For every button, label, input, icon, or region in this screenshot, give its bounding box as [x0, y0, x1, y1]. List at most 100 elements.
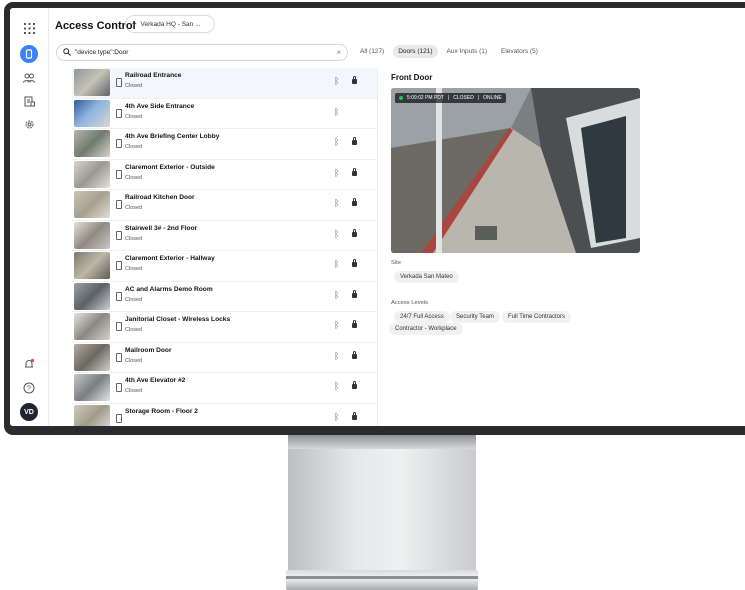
site-label: Site	[391, 260, 401, 266]
users-icon[interactable]	[21, 70, 37, 86]
door-thumbnail	[74, 69, 110, 96]
camera-time: 5:09:02 PM PDT	[407, 95, 444, 101]
bluetooth-icon: ᛒ	[334, 320, 340, 330]
tab-elevators[interactable]: Elevators (5)	[496, 45, 543, 58]
door-row[interactable]: AC and Alarms Demo Room Closed ᛒ	[72, 282, 377, 312]
door-thumbnail	[74, 252, 110, 279]
door-row[interactable]: Storage Room - Floor 2 ᛒ	[72, 404, 377, 426]
door-device-icon	[116, 413, 122, 423]
lock-icon	[352, 259, 357, 267]
door-status: Closed	[125, 266, 143, 272]
door-name: Claremont Exterior - Hallway	[125, 255, 215, 262]
camera-door-state: CLOSED	[453, 95, 474, 101]
lock-icon	[352, 320, 357, 328]
location-pin-icon: ⌖	[132, 19, 137, 28]
bluetooth-icon: ᛒ	[334, 289, 340, 300]
door-device-icon	[116, 383, 122, 392]
door-row[interactable]: Claremont Exterior - Outside Closed ᛒ	[72, 160, 377, 190]
door-thumbnail	[74, 160, 110, 188]
bluetooth-icon: ᛒ	[334, 167, 340, 178]
door-list: Railroad Entrance Closed ᛒ 4th Ave Side …	[72, 68, 377, 426]
tab-doors[interactable]: Doors (121)	[393, 45, 438, 58]
door-thumbnail	[74, 313, 110, 340]
bluetooth-icon: ᛒ	[334, 137, 340, 147]
door-device-icon	[116, 261, 122, 270]
door-device-icon	[116, 200, 122, 209]
camera-separator: |	[447, 95, 450, 101]
lock-icon	[352, 350, 357, 359]
search-icon	[63, 47, 71, 58]
monitor-stand-shadow	[288, 435, 476, 449]
page-title: Access Control	[55, 20, 136, 32]
door-row[interactable]: Stairwell 3# - 2nd Floor Closed ᛒ	[72, 221, 377, 251]
access-control-icon[interactable]	[20, 45, 38, 63]
door-status: Closed	[125, 113, 143, 120]
door-name: Railroad Entrance	[125, 72, 182, 79]
camera-separator: |	[477, 95, 480, 101]
svg-text:?: ?	[27, 386, 31, 393]
tab-all[interactable]: All (127)	[355, 45, 389, 58]
door-thumbnail	[74, 282, 110, 310]
door-row[interactable]: 4th Ave Side Entrance Closed ᛒ	[72, 99, 377, 129]
door-name: Railroad Kitchen Door	[125, 194, 195, 201]
door-row[interactable]: Claremont Exterior - Hallway Closed ᛒ	[72, 251, 377, 282]
camera-online-label: ONLINE	[483, 95, 502, 101]
settings-icon[interactable]	[21, 116, 37, 132]
door-status: Closed	[125, 83, 143, 89]
site-selector[interactable]: ⌖ Verkada HQ - San ...	[125, 15, 215, 33]
access-level-chip: Full Time Contractors	[502, 311, 572, 323]
door-row[interactable]: Railroad Entrance Closed ᛒ	[72, 68, 377, 99]
lock-icon	[352, 381, 357, 389]
door-status: Closed	[125, 174, 143, 181]
door-thumbnail	[74, 130, 110, 157]
bluetooth-icon: ᛒ	[334, 259, 340, 269]
door-thumbnail	[74, 99, 110, 127]
reports-icon[interactable]	[21, 93, 37, 109]
panel-divider	[377, 68, 378, 426]
access-level-chip: Contractor - Workplace	[389, 323, 463, 335]
lock-icon	[352, 411, 357, 420]
lock-icon	[352, 167, 357, 176]
door-row[interactable]: Janitorial Closet - Wireless Locks Close…	[72, 312, 377, 343]
search-bar[interactable]: "device type":Door ×	[56, 44, 348, 61]
camera-feed[interactable]: 5:09:02 PM PDT | CLOSED | ONLINE	[391, 88, 640, 253]
app-screen: ? VD Access Control ⌖ Verkada HQ - San .…	[10, 8, 745, 426]
door-device-icon	[116, 78, 122, 87]
door-row[interactable]: 4th Ave Briefing Center Lobby Closed ᛒ	[72, 129, 377, 160]
door-row[interactable]: 4th Ave Elevator #2 Closed ᛒ	[72, 373, 377, 404]
search-input[interactable]: "device type":Door	[75, 49, 128, 56]
door-name: 4th Ave Elevator #2	[125, 377, 186, 384]
tab-aux-inputs[interactable]: Aux Inputs (1)	[442, 45, 492, 58]
door-device-icon	[116, 108, 122, 118]
door-device-icon	[116, 139, 122, 148]
door-name: Claremont Exterior - Outside	[125, 163, 215, 171]
door-thumbnail	[74, 191, 110, 218]
camera-status-badge: 5:09:02 PM PDT | CLOSED | ONLINE	[395, 93, 506, 103]
alerts-icon[interactable]	[21, 356, 37, 372]
apps-grid-icon[interactable]	[21, 20, 37, 36]
door-row[interactable]: Mailroom Door Closed ᛒ	[72, 343, 377, 373]
door-device-icon	[116, 291, 122, 301]
filter-tabs: All (127) Doors (121) Aux Inputs (1) Ele…	[355, 45, 543, 58]
door-row[interactable]: Railroad Kitchen Door Closed ᛒ	[72, 190, 377, 221]
site-chip: Verkada San Mateo	[394, 271, 459, 283]
clear-search-icon[interactable]: ×	[336, 48, 341, 57]
lock-icon	[352, 228, 357, 237]
monitor-stand-base	[286, 570, 478, 590]
bluetooth-icon: ᛒ	[334, 76, 340, 86]
bluetooth-icon: ᛒ	[334, 350, 340, 361]
door-thumbnail	[74, 221, 110, 249]
door-thumbnail	[74, 404, 110, 426]
lock-icon	[352, 137, 357, 145]
camera-scene	[391, 88, 640, 253]
lock-icon	[352, 289, 357, 298]
door-status: Closed	[125, 235, 143, 242]
door-status: Closed	[125, 205, 143, 211]
help-icon[interactable]: ?	[21, 380, 37, 396]
door-device-icon	[116, 169, 122, 179]
bluetooth-icon: ᛒ	[334, 198, 340, 208]
door-status: Closed	[125, 144, 143, 150]
door-name: Storage Room - Floor 2	[125, 407, 198, 415]
avatar[interactable]: VD	[20, 403, 38, 421]
bluetooth-icon: ᛒ	[334, 381, 340, 391]
